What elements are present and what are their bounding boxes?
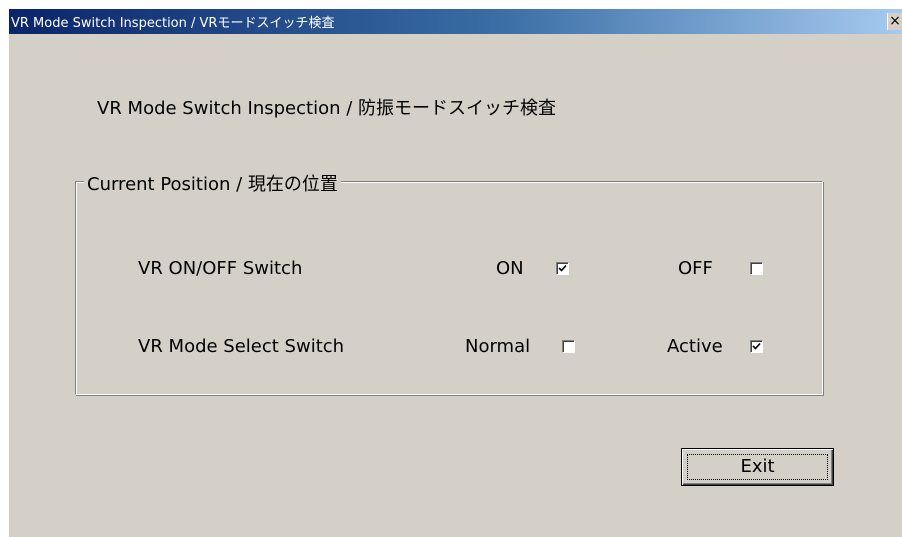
page-heading: VR Mode Switch Inspection / 防振モードスイッチ検査: [97, 98, 557, 119]
vr-mode-active-label: Active: [667, 336, 723, 357]
window-title: VR Mode Switch Inspection / VRモードスイッチ検査: [11, 16, 335, 31]
groupbox-legend: Current Position / 現在の位置: [84, 170, 341, 196]
checkmark-icon: [558, 264, 567, 272]
close-button[interactable]: ×: [887, 13, 902, 30]
vr-onoff-off-label: OFF: [678, 258, 713, 279]
vr-onoff-switch-label: VR ON/OFF Switch: [138, 258, 303, 279]
vr-onoff-on-label: ON: [496, 258, 524, 279]
vr-mode-normal-checkbox[interactable]: [562, 340, 575, 353]
title-bar[interactable]: VR Mode Switch Inspection / VRモードスイッチ検査 …: [9, 9, 902, 34]
vr-mode-select-switch-label: VR Mode Select Switch: [138, 336, 345, 357]
checkmark-icon: [752, 342, 761, 350]
current-position-groupbox: [75, 181, 823, 395]
exit-button[interactable]: Exit: [681, 448, 834, 486]
exit-button-label: Exit: [740, 456, 775, 477]
vr-onoff-off-checkbox[interactable]: [750, 262, 763, 275]
vr-onoff-on-checkbox[interactable]: [556, 262, 569, 275]
vr-mode-normal-label: Normal: [465, 336, 531, 357]
close-icon: ×: [889, 13, 901, 29]
vr-mode-active-checkbox[interactable]: [750, 340, 763, 353]
